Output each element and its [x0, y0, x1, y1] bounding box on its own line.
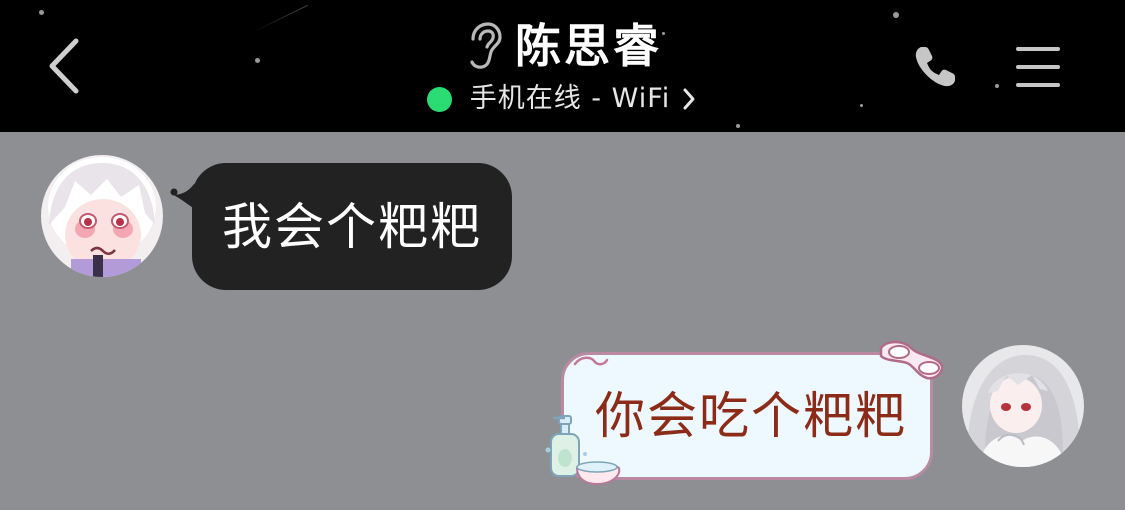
goggles-sticker-icon [879, 340, 944, 380]
chat-header: 陈思睿 手机在线 - WiFi [0, 0, 1125, 132]
title-group[interactable]: 陈思睿 [463, 14, 662, 78]
hamburger-menu-icon [1016, 47, 1060, 87]
call-button[interactable] [910, 42, 960, 92]
soap-bottle-sticker-icon [545, 415, 621, 486]
anime-girl-avatar-icon [41, 155, 163, 277]
phone-icon [915, 47, 955, 87]
anime-girl-avatar-icon [962, 345, 1084, 467]
contact-avatar[interactable] [41, 155, 163, 277]
contact-name: 陈思睿 [515, 19, 662, 73]
online-status-text: 手机在线 - WiFi [469, 83, 671, 114]
star-decoration [736, 124, 740, 128]
user-avatar[interactable] [962, 345, 1084, 467]
message-text: 你会吃个粑粑 [595, 387, 907, 445]
squiggle-decoration-icon [573, 356, 609, 366]
online-status-dot [426, 86, 452, 112]
ear-icon[interactable] [463, 21, 503, 71]
message-bubble-incoming[interactable]: 我会个粑粑 [192, 163, 512, 290]
online-status-link[interactable]: 手机在线 - WiFi [426, 80, 699, 118]
menu-button[interactable] [1014, 44, 1064, 90]
chevron-right-icon [683, 88, 695, 110]
message-text: 我会个粑粑 [222, 197, 482, 256]
message-bubble-outgoing-wrapper: 你会吃个粑粑 [545, 338, 945, 490]
